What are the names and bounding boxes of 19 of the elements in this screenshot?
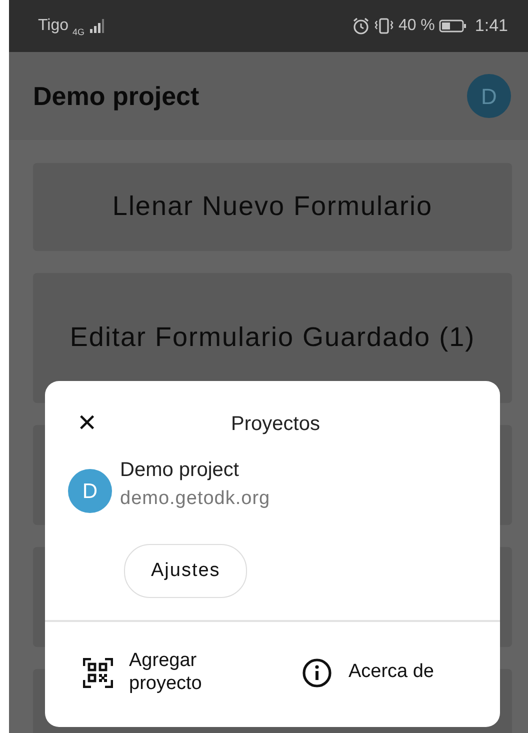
dialog-title: Proyectos [231,412,320,437]
app-title: Demo project [33,80,200,112]
info-icon [302,658,332,688]
project-url: demo.getodk.org [120,487,270,511]
action-button[interactable]: Acerca de [302,658,434,688]
action-button[interactable]: Agregar proyecto [83,650,219,696]
qr-code-icon [83,658,113,688]
project-avatar: D [68,469,112,514]
signal-icon [88,18,105,34]
network-type: 4G [72,26,85,40]
vibrate-icon [374,17,394,35]
close-button[interactable]: ✕ [75,412,99,436]
settings-button[interactable]: Ajustes [124,544,248,598]
clock-time: 1:41 [474,15,508,38]
project-name: Demo project [120,458,240,483]
battery-percent: 40 % [398,16,435,36]
battery-icon [438,19,467,33]
carrier-name: Tigo [38,16,69,36]
alarm-icon [352,17,370,35]
